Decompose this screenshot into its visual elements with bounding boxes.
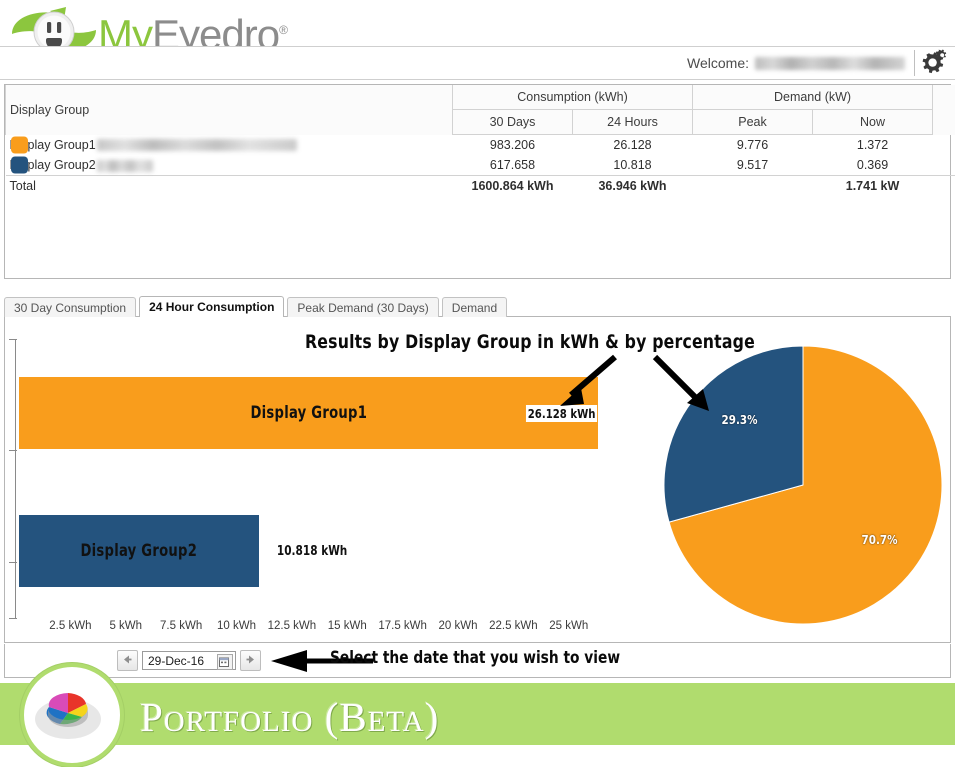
- portfolio-page: MyEyedro® Welcome:: [0, 0, 955, 745]
- arrow-right-icon: [245, 652, 256, 670]
- x-axis-tick-label: 5 kWh: [109, 620, 142, 632]
- date-value: 29-Dec-16: [148, 654, 204, 668]
- col-header-demand: Demand (kW): [693, 85, 933, 110]
- app-header: MyEyedro® Welcome:: [0, 0, 955, 78]
- cell-consumption-24-hours: 26.128: [573, 135, 693, 156]
- x-axis-tick-label: 17.5 kWh: [378, 620, 427, 632]
- series-color-swatch: [11, 157, 28, 174]
- x-axis-tick-label: 12.5 kWh: [268, 620, 317, 632]
- summary-table-head: Display Group Consumption (kWh) Demand (…: [6, 85, 955, 135]
- y-axis-tick: [9, 339, 17, 340]
- col-header-consumption: Consumption (kWh): [453, 85, 693, 110]
- summary-table-body: Display Group1 983.206 26.128 9.776 1.37…: [6, 135, 955, 197]
- date-hint-annotation: Select the date that you wish to view: [330, 648, 620, 668]
- table-header-row-groups: Display Group Consumption (kWh) Demand (…: [6, 85, 955, 110]
- col-header-spacer: [933, 85, 955, 135]
- chart-panel: Results by Display Group in kWh & by per…: [4, 316, 951, 643]
- cell-spacer: [933, 155, 955, 176]
- y-axis-tick: [9, 618, 17, 619]
- x-axis-tick-label: 20 kWh: [439, 620, 478, 632]
- x-axis-tick-label: 15 kWh: [328, 620, 367, 632]
- welcome-label: Welcome:: [687, 55, 749, 71]
- welcome-bar: Welcome:: [0, 46, 955, 80]
- welcome-username-redacted: [755, 57, 905, 70]
- summary-table: Display Group Consumption (kWh) Demand (…: [5, 85, 955, 196]
- x-axis-tick-label: 10 kWh: [217, 620, 256, 632]
- col-header-30-days: 30 Days: [453, 110, 573, 135]
- y-axis-tick: [9, 450, 17, 451]
- col-header-peak: Peak: [693, 110, 813, 135]
- next-day-button[interactable]: [240, 650, 261, 671]
- display-group-name-redacted: [97, 160, 153, 172]
- date-picker: 29-Dec-16: [117, 650, 261, 671]
- registered-mark: ®: [279, 23, 287, 37]
- date-input[interactable]: 29-Dec-16: [142, 651, 236, 670]
- previous-day-button[interactable]: [117, 650, 138, 671]
- cell-consumption-30-days: 983.206: [453, 135, 573, 156]
- chart-tabs: 30 Day Consumption 24 Hour Consumption P…: [4, 296, 507, 317]
- x-axis-tick-label: 25 kWh: [549, 620, 588, 632]
- bar-label-display-group2: Display Group2: [80, 541, 197, 561]
- tab-30-day-consumption[interactable]: 30 Day Consumption: [4, 297, 136, 317]
- total-label: Total: [6, 176, 453, 197]
- x-axis-tick-label: 22.5 kWh: [489, 620, 538, 632]
- x-axis-tick-label: 2.5 kWh: [49, 620, 91, 632]
- calendar-button[interactable]: [217, 654, 233, 670]
- settings-button[interactable]: [917, 48, 951, 78]
- welcome-area: Welcome:: [687, 47, 905, 79]
- total-consumption-24-hours: 36.946 kWh: [573, 176, 693, 197]
- pie-label-display-group1: 70.7%: [862, 532, 898, 547]
- tab-demand[interactable]: Demand: [442, 297, 507, 317]
- col-header-now: Now: [813, 110, 933, 135]
- total-demand-peak: [693, 176, 813, 197]
- header-separator: [914, 50, 915, 76]
- cell-demand-now: 1.372: [813, 135, 933, 156]
- total-demand-now: 1.741 kW: [813, 176, 933, 197]
- cell-demand-now: 0.369: [813, 155, 933, 176]
- series-color-swatch: [11, 136, 28, 153]
- cell-spacer: [933, 176, 955, 197]
- bar-label-display-group1: Display Group1: [250, 403, 367, 423]
- table-total-row: Total 1600.864 kWh 36.946 kWh 1.741 kW: [6, 176, 955, 197]
- pie-chart-3d-icon: [20, 663, 124, 767]
- pie-chart[interactable]: 29.3% 70.7%: [662, 344, 944, 626]
- tab-peak-demand-30-days[interactable]: Peak Demand (30 Days): [287, 297, 438, 317]
- bar-chart-y-axis: [15, 339, 16, 619]
- cell-demand-peak: 9.517: [693, 155, 813, 176]
- bar-value-display-group2: 10.818 kWh: [275, 543, 349, 560]
- footer-title: Portfolio (Beta): [140, 693, 439, 741]
- arrow-left-icon: [122, 652, 133, 670]
- row-name-cell: Display Group1: [6, 135, 453, 156]
- tab-24-hour-consumption[interactable]: 24 Hour Consumption: [139, 296, 284, 317]
- bar-display-group1[interactable]: Display Group1: [19, 377, 598, 449]
- total-consumption-30-days: 1600.864 kWh: [453, 176, 573, 197]
- bar-chart-x-axis-labels: 2.5 kWh 5 kWh 7.5 kWh 10 kWh 12.5 kWh 15 kWh 1…: [15, 620, 595, 642]
- cell-consumption-24-hours: 10.818: [573, 155, 693, 176]
- x-axis-tick-label: 7.5 kWh: [160, 620, 202, 632]
- pie-chart-svg: [662, 344, 944, 626]
- gear-icon: [919, 48, 949, 79]
- cell-spacer: [933, 135, 955, 156]
- table-row[interactable]: Display Group2 617.658 10.818 9.517 0.36…: [6, 155, 955, 176]
- col-header-display-group: Display Group: [6, 85, 453, 135]
- footer-banner: Portfolio (Beta): [0, 683, 955, 745]
- y-axis-tick: [9, 562, 17, 563]
- cell-demand-peak: 9.776: [693, 135, 813, 156]
- bar-display-group2[interactable]: Display Group2: [19, 515, 259, 587]
- table-row[interactable]: Display Group1 983.206 26.128 9.776 1.37…: [6, 135, 955, 156]
- pie-label-display-group2: 29.3%: [722, 412, 758, 427]
- summary-table-panel: Display Group Consumption (kWh) Demand (…: [4, 84, 951, 279]
- bar-value-display-group1: 26.128 kWh: [526, 405, 597, 422]
- cell-consumption-30-days: 617.658: [453, 155, 573, 176]
- display-group-name-redacted: [97, 139, 297, 151]
- row-name-cell: Display Group2: [6, 155, 453, 176]
- col-header-24-hours: 24 Hours: [573, 110, 693, 135]
